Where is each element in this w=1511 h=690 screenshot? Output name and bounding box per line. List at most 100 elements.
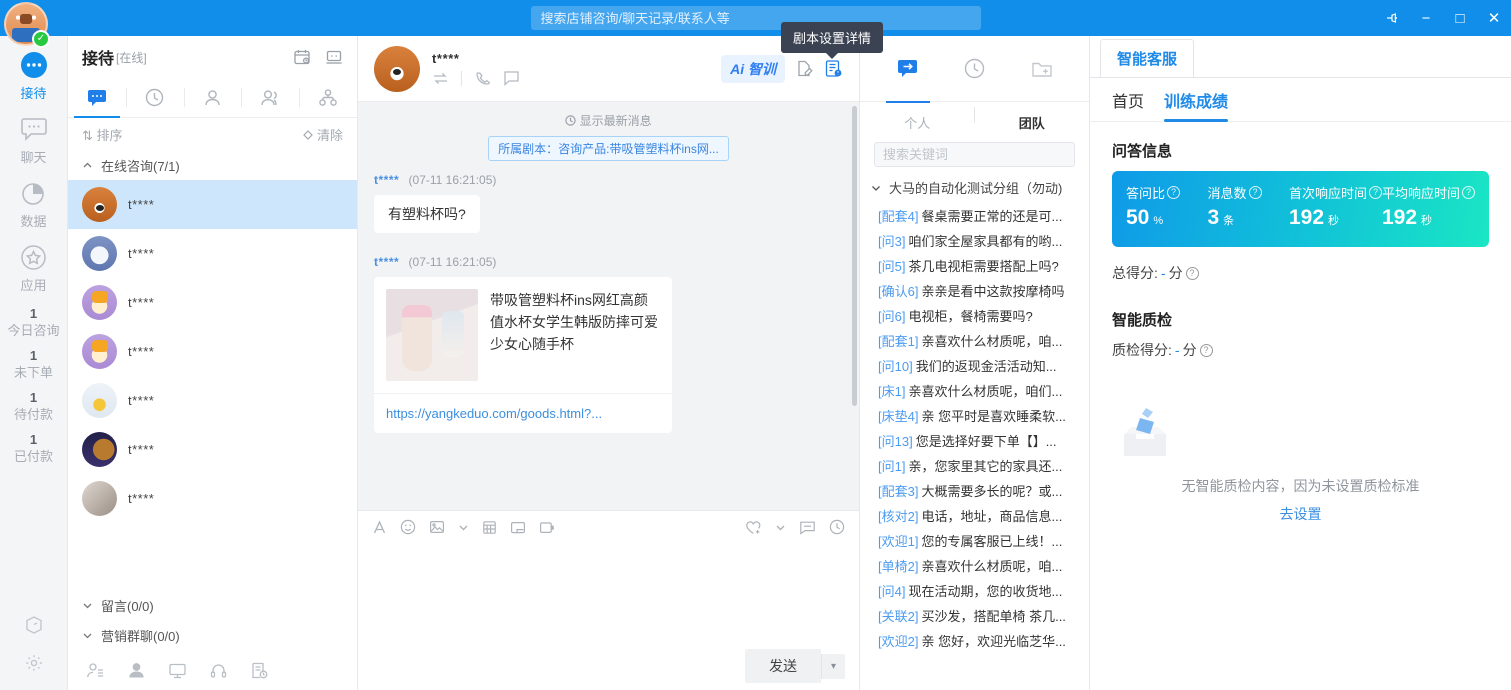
card-icon[interactable] <box>539 520 555 535</box>
product-card[interactable]: 带吸管塑料杯ins网红高颜值水杯女学生韩版防摔可爱少女心随手杯 https://… <box>374 277 672 433</box>
sort-control[interactable]: ⇅ 排序 <box>82 125 123 144</box>
help-icon[interactable]: ? <box>1368 186 1382 199</box>
monitor-icon[interactable] <box>168 661 187 680</box>
list-item[interactable]: [配套4] 餐桌需要正常的还是可... <box>864 203 1089 228</box>
calendar-settings-icon[interactable] <box>293 48 311 66</box>
list-item[interactable]: [床1] 亲喜欢什么材质呢，咱们... <box>864 378 1089 403</box>
tab-script-folder[interactable] <box>1014 36 1070 102</box>
ai-training-button[interactable]: Ai 智训 <box>721 54 785 83</box>
stat-pending-payment[interactable]: 1 待付款 <box>0 390 68 423</box>
list-item[interactable]: [欢迎1] 您的专属客服已上线！... <box>864 528 1089 553</box>
script-group-header[interactable]: 大马的自动化测试分组（勿动) <box>860 175 1089 203</box>
list-item[interactable]: [问10] 我们的返现金活活动知... <box>864 353 1089 378</box>
help-icon[interactable]: ? <box>1462 186 1475 199</box>
script-detail-icon[interactable] <box>824 59 843 78</box>
list-item[interactable]: t**** <box>68 180 357 229</box>
product-link[interactable]: https://yangkeduo.com/goods.html?... <box>374 394 672 433</box>
list-item[interactable]: [单椅2] 亲喜欢什么材质呢，咱... <box>864 553 1089 578</box>
minimize-button[interactable]: − <box>1409 0 1443 36</box>
quick-reply-icon[interactable] <box>799 520 816 535</box>
sidebar-item-apps[interactable]: 应用 <box>0 242 68 294</box>
box-icon[interactable] <box>19 610 49 640</box>
image-icon[interactable] <box>429 519 445 535</box>
transfer-icon[interactable] <box>432 71 449 86</box>
help-icon[interactable]: ? <box>1248 186 1262 199</box>
list-item[interactable]: [问6] 电视柜，餐椅需要吗? <box>864 303 1089 328</box>
tab-ai-service[interactable]: 智能客服 <box>1100 39 1195 77</box>
history-icon[interactable] <box>829 519 845 535</box>
segment-personal[interactable]: 个人 <box>860 113 975 132</box>
list-item[interactable]: t**** <box>68 278 357 327</box>
send-options-button[interactable]: ▾ <box>820 653 845 679</box>
maximize-button[interactable]: □ <box>1443 0 1477 36</box>
folder-icon[interactable] <box>510 520 526 535</box>
list-item[interactable]: [关联2] 买沙发，搭配单椅 茶几... <box>864 603 1089 628</box>
chevron-down-icon[interactable] <box>458 522 469 533</box>
note-edit-icon[interactable] <box>795 59 814 78</box>
list-item[interactable]: t**** <box>68 229 357 278</box>
tab-contacts[interactable] <box>183 78 242 117</box>
user-avatar[interactable]: ✓ <box>4 2 56 54</box>
send-button[interactable]: 发送 <box>744 649 821 683</box>
contact-group-header[interactable]: 在线咨询(7/1) <box>68 150 357 180</box>
sidebar-item-data[interactable]: 数据 <box>0 178 68 230</box>
list-item[interactable]: [欢迎2] 亲 您好，欢迎光临芝华... <box>864 628 1089 653</box>
comment-icon[interactable] <box>503 70 520 86</box>
clear-control[interactable]: 清除 <box>302 125 343 144</box>
subtab-training-score[interactable]: 训练成绩 <box>1164 78 1229 122</box>
list-item[interactable]: [问1] 亲，您家里其它的家具还... <box>864 453 1089 478</box>
message-scrollbar[interactable] <box>852 106 857 406</box>
gear-icon[interactable] <box>19 648 49 678</box>
list-item[interactable]: [问3] 咱们家全屋家具都有的哟... <box>864 228 1089 253</box>
customer-icon[interactable] <box>127 661 146 680</box>
sidebar-item-reception[interactable]: 接待 <box>0 50 68 102</box>
script-chip[interactable]: 所属剧本：咨询产品:带吸管塑料杯ins网... <box>488 136 729 161</box>
list-item[interactable]: t**** <box>68 376 357 425</box>
list-item[interactable]: [床垫4] 亲 您平时是喜欢睡柔软... <box>864 403 1089 428</box>
list-item[interactable]: [核对2] 电话，地址，商品信息... <box>864 503 1089 528</box>
stat-not-ordered[interactable]: 1 未下单 <box>0 348 68 381</box>
group-messages[interactable]: 留言(0/0) <box>68 590 357 620</box>
group-marketing-chat[interactable]: 营销群聊(0/0) <box>68 620 357 650</box>
list-item[interactable]: [配套1] 亲喜欢什么材质呢，咱... <box>864 328 1089 353</box>
script-search-input[interactable] <box>874 142 1075 167</box>
subtab-home[interactable]: 首页 <box>1112 78 1144 122</box>
list-item[interactable]: t**** <box>68 425 357 474</box>
stat-today-consult[interactable]: 1 今日咨询 <box>0 306 68 339</box>
font-icon[interactable] <box>372 519 387 535</box>
tab-groups[interactable] <box>241 78 299 117</box>
chevron-down-icon[interactable] <box>775 522 786 533</box>
list-item[interactable]: t**** <box>68 327 357 376</box>
tab-org-tree[interactable] <box>299 78 357 117</box>
tab-script-history[interactable] <box>947 36 1003 102</box>
show-latest-label[interactable]: 显示最新消息 <box>374 112 843 129</box>
tab-messages[interactable] <box>68 78 126 118</box>
pin-icon[interactable] <box>1375 0 1409 36</box>
screenshot-icon[interactable] <box>482 520 497 535</box>
list-item[interactable]: [问4] 现在活动期，您的收货地... <box>864 578 1089 603</box>
monitor-chat-icon[interactable] <box>325 48 343 66</box>
favorite-icon[interactable] <box>745 520 762 535</box>
stat-paid[interactable]: 1 已付款 <box>0 432 68 465</box>
list-item[interactable]: [问5] 茶几电视柜需要搭配上吗? <box>864 253 1089 278</box>
search-input[interactable] <box>530 6 981 30</box>
help-icon[interactable]: ? <box>1185 266 1199 280</box>
emoji-icon[interactable] <box>400 519 416 535</box>
go-to-settings-link[interactable]: 去设置 <box>1112 504 1489 524</box>
headset-icon[interactable] <box>209 661 228 680</box>
help-icon[interactable]: ? <box>1199 343 1213 357</box>
list-item[interactable]: [问13] 您是选择好要下单【】... <box>864 428 1089 453</box>
list-item[interactable]: [确认6] 亲亲是看中这款按摩椅吗 <box>864 278 1089 303</box>
contact-list-icon[interactable] <box>86 661 105 680</box>
tab-history[interactable] <box>125 78 184 117</box>
help-icon[interactable]: ? <box>1167 186 1181 199</box>
order-history-icon[interactable] <box>250 661 269 680</box>
sidebar-item-chat[interactable]: 聊天 <box>0 114 68 166</box>
message-input[interactable] <box>372 543 845 642</box>
phone-icon[interactable] <box>474 70 491 87</box>
segment-team[interactable]: 团队 <box>973 106 1090 132</box>
close-button[interactable]: ✕ <box>1477 0 1511 36</box>
list-item[interactable]: [配套3] 大概需要多长的呢？或... <box>864 478 1089 503</box>
tab-send-script[interactable] <box>880 36 936 103</box>
list-item[interactable]: t**** <box>68 474 357 523</box>
